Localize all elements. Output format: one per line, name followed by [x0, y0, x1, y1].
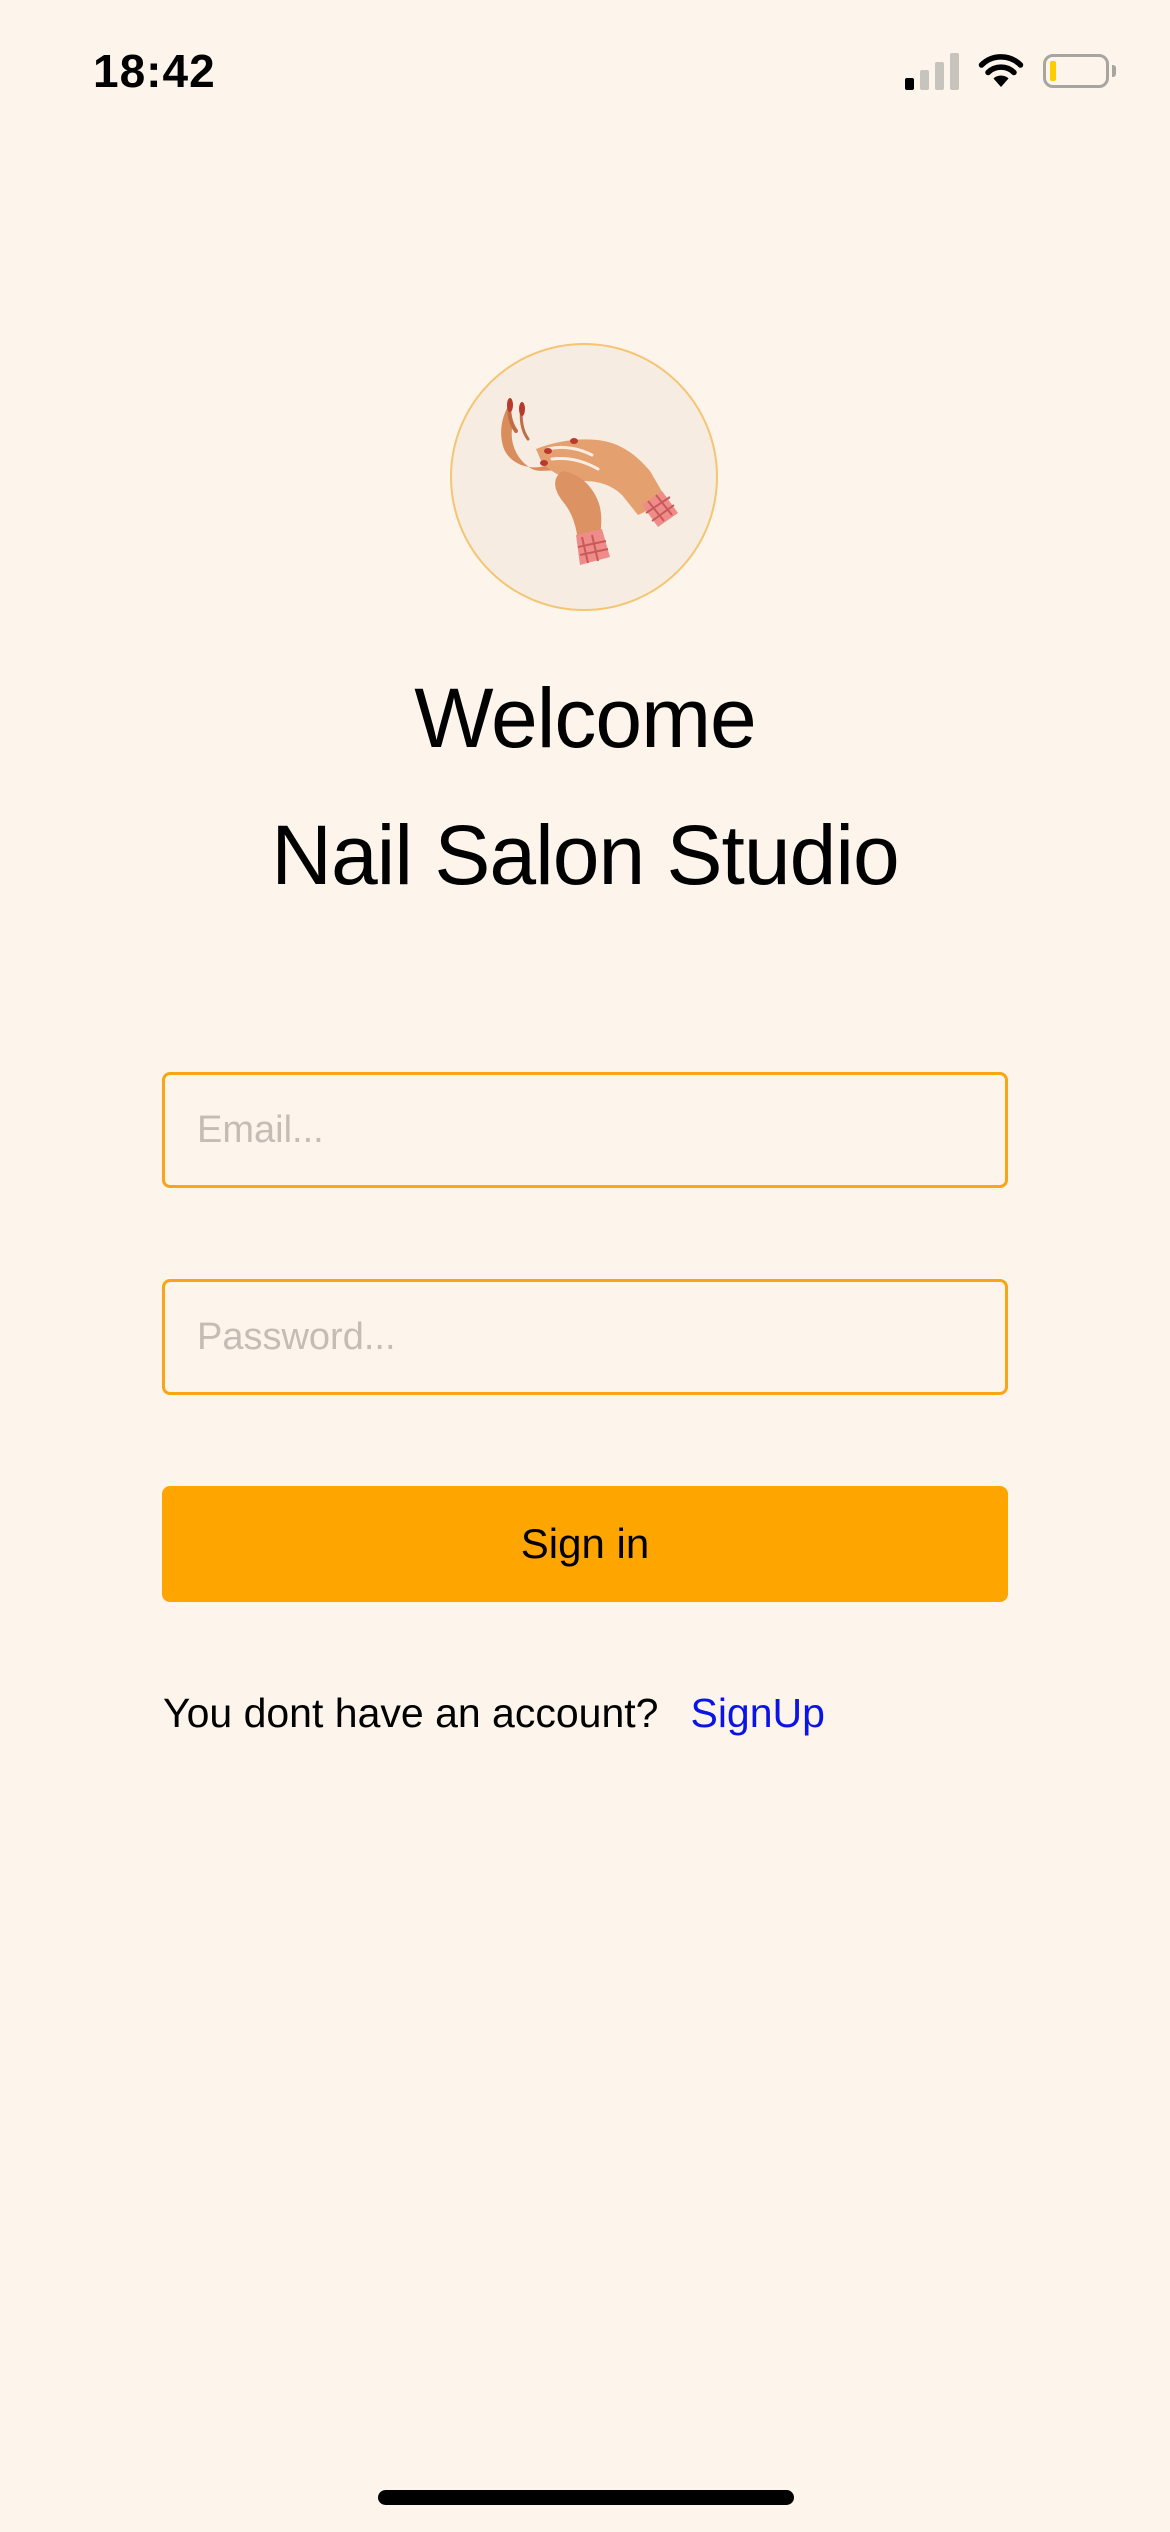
- no-account-text: You dont have an account?: [163, 1690, 659, 1736]
- signup-link[interactable]: SignUp: [690, 1690, 824, 1737]
- battery-icon: [1043, 54, 1109, 88]
- signup-prompt-row: You dont have an account? SignUp: [163, 1690, 825, 1737]
- wifi-icon: [978, 54, 1024, 87]
- cellular-signal-icon: [905, 52, 959, 90]
- salon-logo: [450, 343, 718, 611]
- welcome-title: Welcome: [414, 671, 757, 765]
- salon-name-title: Nail Salon Studio: [271, 808, 899, 902]
- password-input[interactable]: [162, 1279, 1008, 1395]
- home-indicator[interactable]: [378, 2490, 794, 2505]
- status-time: 18:42: [93, 45, 216, 97]
- battery-tip: [1112, 65, 1116, 77]
- hands-manicure-icon: [501, 398, 678, 565]
- status-icons: [905, 52, 1116, 90]
- email-input[interactable]: [162, 1072, 1008, 1188]
- sign-in-button[interactable]: Sign in: [162, 1486, 1008, 1602]
